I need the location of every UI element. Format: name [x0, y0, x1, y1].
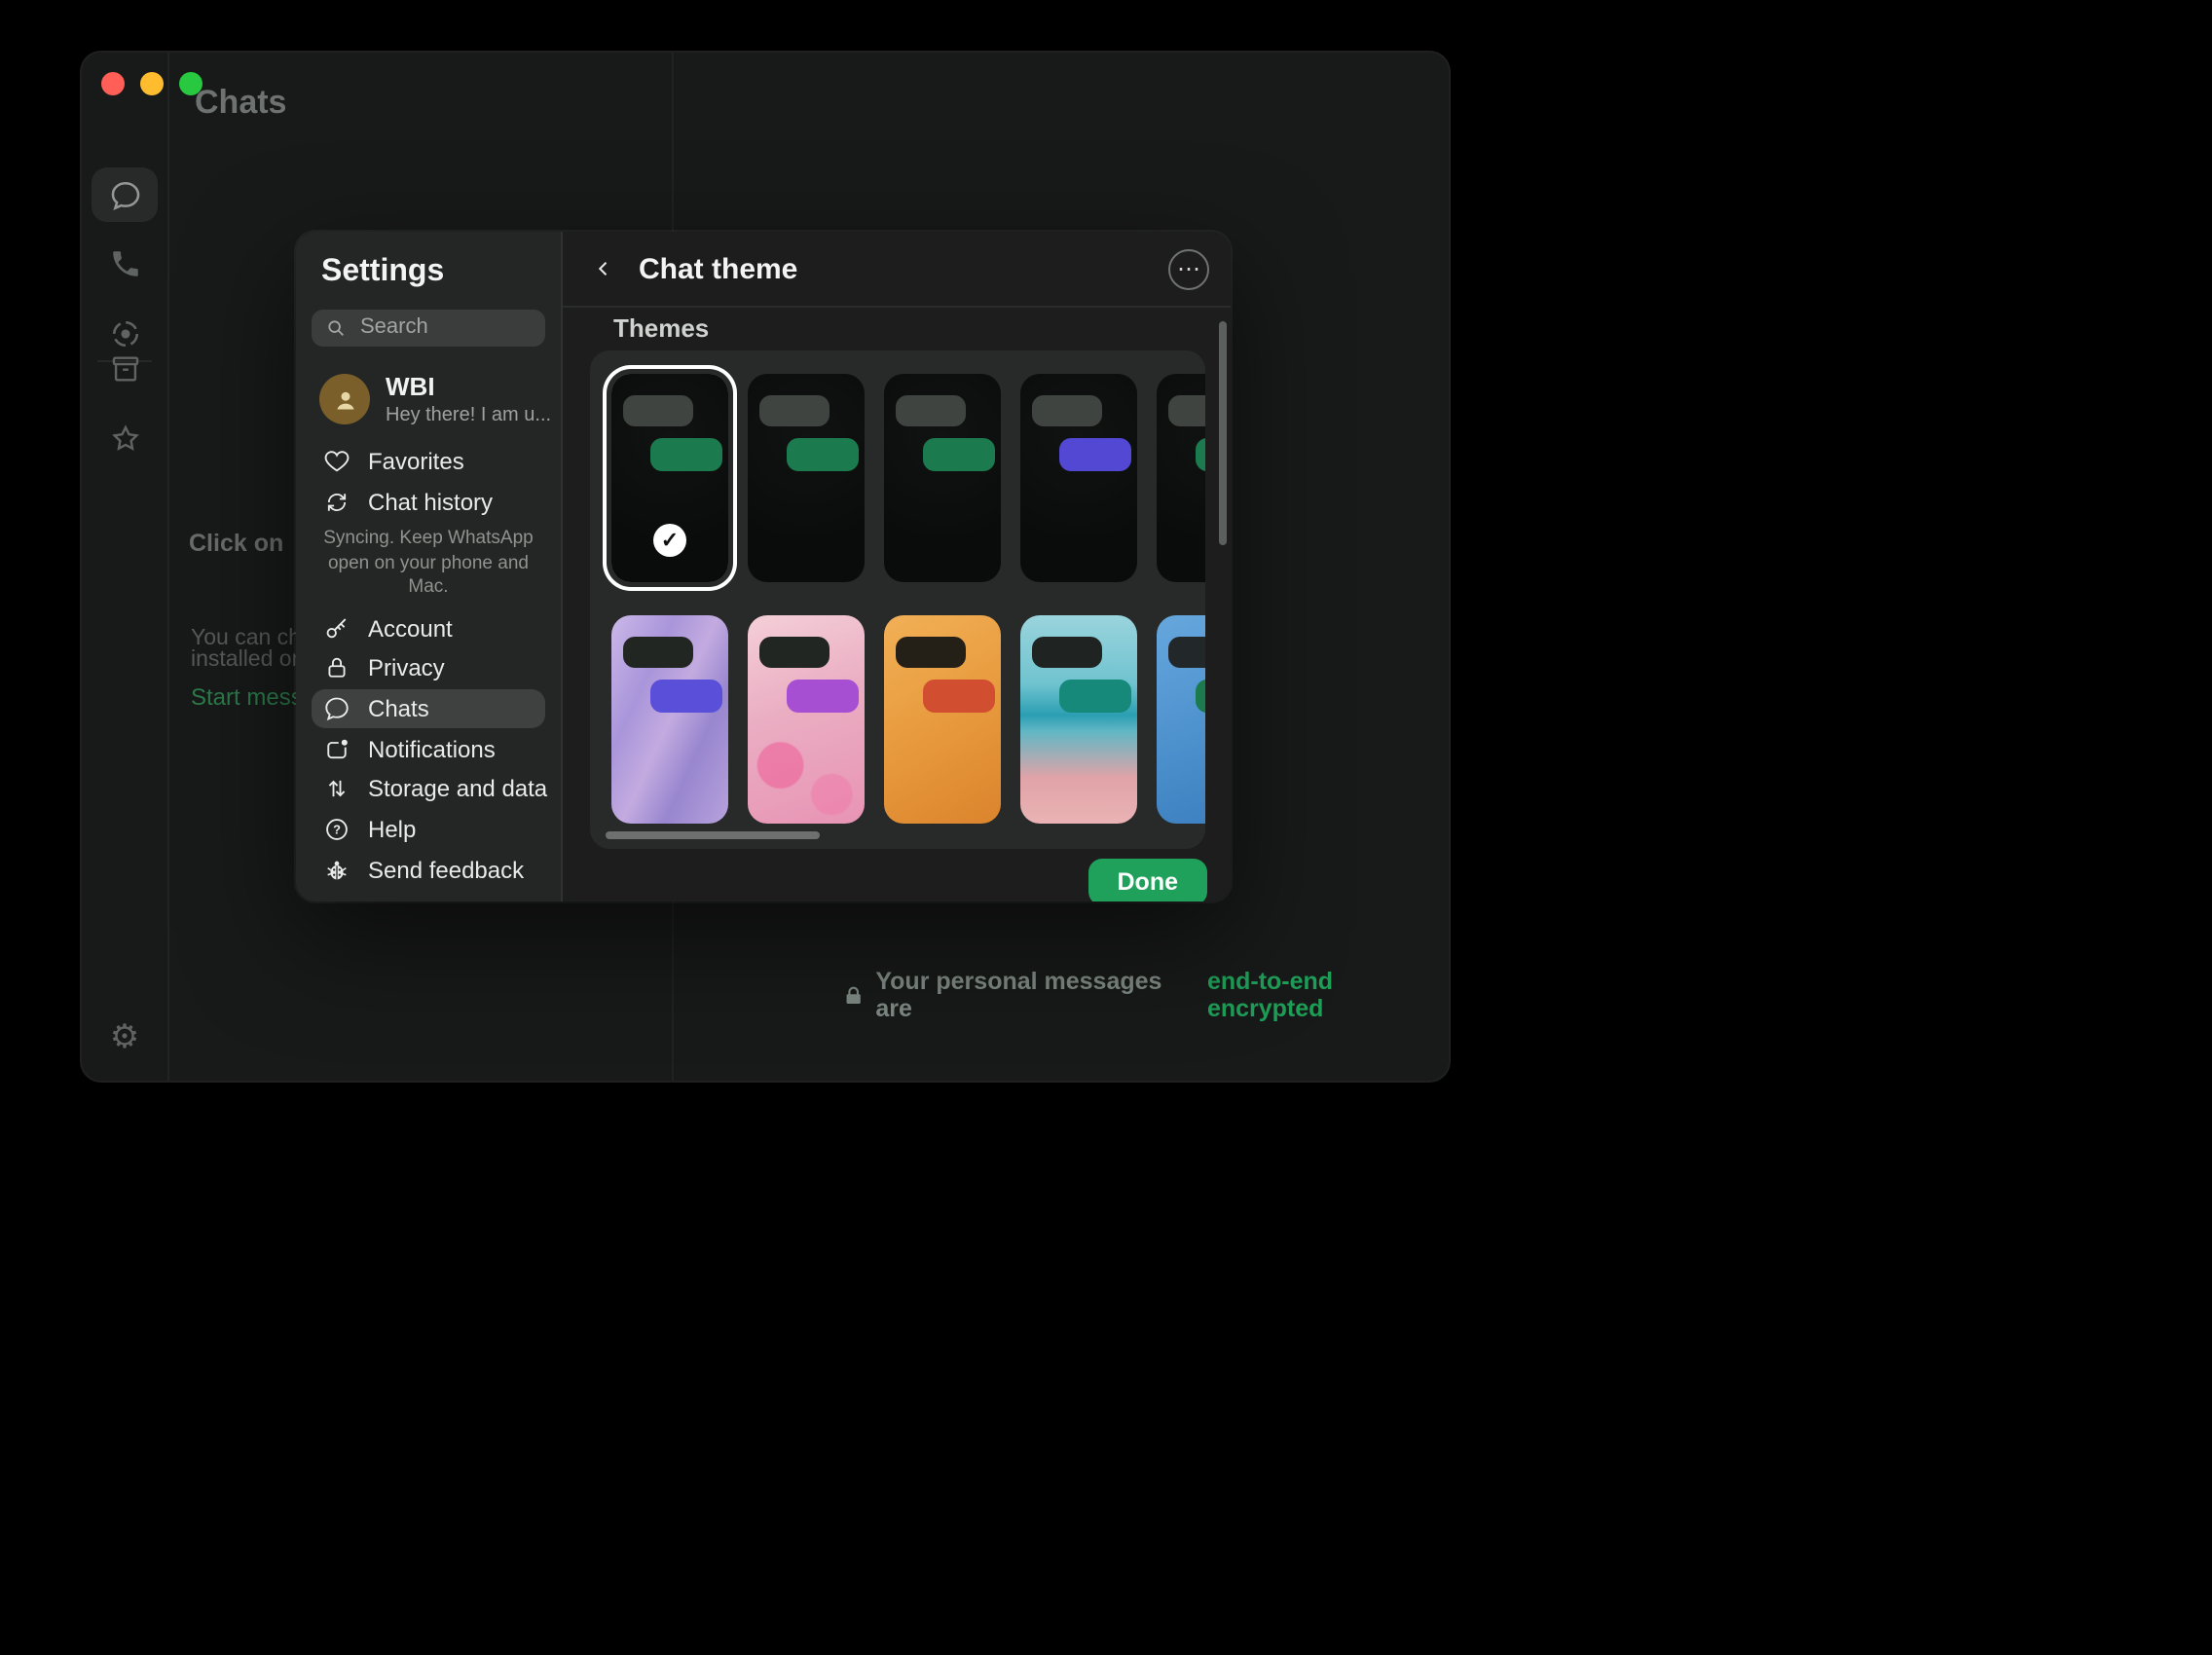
- chat-theme-panel: Chat theme ⋯ Themes ✓ ✓: [563, 232, 1231, 901]
- themes-grid: ✓ ✓ ✓ ✓ ✓: [590, 350, 1205, 849]
- settings-search[interactable]: [312, 310, 545, 347]
- archive-icon: [108, 351, 141, 385]
- settings-item-favorites[interactable]: Favorites: [312, 442, 545, 482]
- theme-card-dark-5[interactable]: ✓: [1157, 374, 1205, 582]
- incoming-bubble: [623, 395, 693, 426]
- search-input[interactable]: [356, 314, 532, 342]
- chat-theme-footer: Done: [563, 849, 1231, 901]
- settings-item-notifications[interactable]: Notifications: [312, 729, 545, 769]
- chat-theme-title: Chat theme: [639, 252, 1151, 285]
- themes-row-dark: ✓ ✓ ✓ ✓ ✓: [611, 374, 1205, 582]
- profile-row[interactable]: WBI Hey there! I am u...: [319, 374, 541, 427]
- theme-card-dark-3[interactable]: ✓: [884, 374, 1001, 582]
- themes-row-light: ✓ ✓ ✓ ✓ ✓: [611, 615, 1205, 824]
- outgoing-bubble: [650, 438, 722, 471]
- back-button[interactable]: [586, 251, 621, 286]
- encryption-footer: Your personal messages are end-to-end en…: [843, 968, 1449, 1022]
- themes-section-label: Themes: [613, 313, 1205, 343]
- window-controls: [101, 72, 203, 95]
- sync-note: Syncing. Keep WhatsApp open on your phon…: [312, 529, 545, 601]
- minimize-button[interactable]: [140, 72, 164, 95]
- theme-card-orange[interactable]: ✓: [884, 615, 1001, 824]
- bug-icon: [323, 856, 350, 883]
- settings-item-help[interactable]: ? Help: [312, 809, 545, 849]
- theme-card-dark-2[interactable]: ✓: [748, 374, 865, 582]
- heart-icon: [323, 449, 350, 476]
- theme-card-dark-1[interactable]: ✓: [611, 374, 728, 582]
- sidebar-item-calls[interactable]: [92, 236, 158, 290]
- settings-panel: Settings WBI Hey there! I am u...: [296, 232, 563, 901]
- theme-card-dark-4[interactable]: ✓: [1020, 374, 1137, 582]
- settings-dialog: Settings WBI Hey there! I am u...: [296, 232, 1231, 901]
- lock-icon: [843, 982, 864, 1008]
- key-icon: [323, 615, 350, 643]
- chat-theme-body: Themes ✓ ✓ ✓: [563, 308, 1231, 849]
- page-title: Chats: [195, 84, 286, 123]
- svg-text:?: ?: [333, 823, 341, 837]
- sidebar-item-starred[interactable]: [92, 411, 158, 465]
- done-button[interactable]: Done: [1088, 859, 1208, 901]
- theme-card-floral[interactable]: ✓: [748, 615, 865, 824]
- help-icon: ?: [323, 816, 350, 843]
- settings-item-privacy[interactable]: Privacy: [312, 648, 545, 688]
- sidebar-item-chats[interactable]: [92, 167, 158, 222]
- calls-icon: [108, 246, 141, 279]
- chat-bubble-icon: [323, 695, 350, 722]
- selected-check-icon: ✓: [653, 524, 686, 557]
- theme-card-beach[interactable]: ✓: [1020, 615, 1137, 824]
- encrypted-highlight: end-to-end encrypted: [1207, 968, 1449, 1022]
- chat-theme-header: Chat theme ⋯: [563, 232, 1231, 308]
- settings-gear-icon: ⚙: [110, 1019, 140, 1052]
- screen: ⚙ Chats Click on in You can chat install…: [0, 0, 2212, 1655]
- whatsapp-window: ⚙ Chats Click on in You can chat install…: [82, 53, 1449, 1081]
- person-icon: [330, 386, 359, 415]
- chats-icon: [108, 178, 141, 211]
- app-sidebar: ⚙: [82, 53, 169, 1081]
- avatar: [319, 375, 370, 425]
- settings-item-storage[interactable]: Storage and data: [312, 769, 545, 809]
- search-icon: [325, 317, 347, 339]
- settings-item-chat-history[interactable]: Chat history: [312, 483, 545, 523]
- sidebar-item-settings[interactable]: ⚙: [92, 1009, 158, 1063]
- starred-icon: [108, 422, 141, 455]
- storage-arrows-icon: [323, 776, 350, 803]
- sync-icon: [323, 489, 350, 516]
- profile-status: Hey there! I am u...: [386, 405, 551, 426]
- vertical-scrollbar[interactable]: [1219, 321, 1227, 545]
- settings-item-send-feedback[interactable]: Send feedback: [312, 850, 545, 890]
- theme-card-purple[interactable]: ✓: [611, 615, 728, 824]
- lock-icon: [323, 655, 350, 682]
- profile-name: WBI: [386, 374, 551, 402]
- horizontal-scrollbar[interactable]: [606, 831, 820, 839]
- more-options-button[interactable]: ⋯: [1168, 248, 1209, 289]
- zoom-button[interactable]: [179, 72, 203, 95]
- settings-item-chats[interactable]: Chats: [312, 688, 545, 728]
- theme-card-blue[interactable]: ✓: [1157, 615, 1205, 824]
- sidebar-item-archive[interactable]: [92, 341, 158, 395]
- settings-title: Settings: [321, 255, 545, 290]
- notification-icon: [323, 735, 350, 762]
- chevron-left-icon: [594, 255, 613, 282]
- settings-item-account[interactable]: Account: [312, 608, 545, 648]
- close-button[interactable]: [101, 72, 125, 95]
